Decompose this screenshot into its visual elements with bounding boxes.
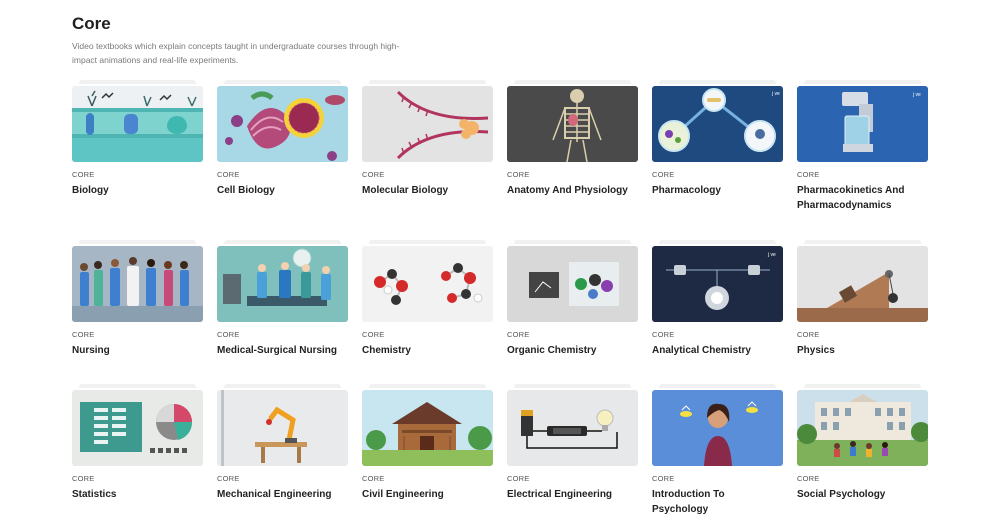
course-card-civil-engineering[interactable]: CORE Civil Engineering	[362, 384, 493, 502]
course-title[interactable]: Pharmacology	[652, 183, 783, 198]
course-title[interactable]: Statistics	[72, 487, 203, 502]
analytical-chemistry-thumbnail[interactable]: j ve	[652, 246, 783, 322]
course-tag: CORE	[362, 330, 385, 339]
course-title[interactable]: Social Psychology	[797, 487, 928, 502]
course-title[interactable]: Electrical Engineering	[507, 487, 638, 502]
course-tag: CORE	[652, 330, 675, 339]
course-title[interactable]: Molecular Biology	[362, 183, 493, 198]
course-title[interactable]: Analytical Chemistry	[652, 343, 783, 358]
course-tag: CORE	[72, 474, 95, 483]
course-card-cell-biology[interactable]: CORE Cell Biology	[217, 80, 348, 198]
course-tag: CORE	[507, 330, 530, 339]
course-tag: CORE	[652, 474, 675, 483]
page-description: Video textbooks which explain concepts t…	[72, 41, 400, 65]
course-card-statistics[interactable]: CORE Statistics	[72, 384, 203, 502]
statistics-thumbnail[interactable]	[72, 390, 203, 466]
course-card-social-psychology[interactable]: CORE Social Psychology	[797, 384, 928, 502]
course-card-chemistry[interactable]: CORE Chemistry	[362, 240, 493, 358]
social-psychology-thumbnail[interactable]	[797, 390, 928, 466]
jove-watermark: j ve	[912, 92, 921, 98]
organic-chemistry-thumbnail[interactable]	[507, 246, 638, 322]
course-title[interactable]: Mechanical Engineering	[217, 487, 348, 502]
course-tag: CORE	[652, 170, 675, 179]
anatomy-thumbnail[interactable]	[507, 86, 638, 162]
course-card-organic-chemistry[interactable]: CORE Organic Chemistry	[507, 240, 638, 358]
course-tag: CORE	[507, 474, 530, 483]
course-title[interactable]: Organic Chemistry	[507, 343, 638, 358]
course-card-electrical-engineering[interactable]: CORE Electrical Engineering	[507, 384, 638, 502]
nursing-thumbnail[interactable]	[72, 246, 203, 322]
course-title[interactable]: Cell Biology	[217, 183, 348, 198]
molecular-biology-thumbnail[interactable]	[362, 86, 493, 162]
course-tag: CORE	[217, 474, 240, 483]
course-tag: CORE	[72, 330, 95, 339]
course-title[interactable]: Civil Engineering	[362, 487, 493, 502]
course-tag: CORE	[217, 170, 240, 179]
course-card-introduction-to-psychology[interactable]: CORE Introduction To Psychology	[652, 384, 783, 517]
course-tag: CORE	[507, 170, 530, 179]
medical-surgical-thumbnail[interactable]	[217, 246, 348, 322]
course-title[interactable]: Physics	[797, 343, 928, 358]
course-card-anatomy-and-physiology[interactable]: CORE Anatomy And Physiology	[507, 80, 638, 198]
course-tag: CORE	[362, 474, 385, 483]
psychology-thumbnail[interactable]	[652, 390, 783, 466]
page-title: Core	[72, 14, 111, 33]
cell-biology-thumbnail[interactable]	[217, 86, 348, 162]
course-title[interactable]: Chemistry	[362, 343, 493, 358]
course-tag: CORE	[797, 474, 820, 483]
physics-thumbnail[interactable]	[797, 246, 928, 322]
electrical-engineering-thumbnail[interactable]	[507, 390, 638, 466]
course-tag: CORE	[72, 170, 95, 179]
course-tag: CORE	[797, 170, 820, 179]
course-title[interactable]: Nursing	[72, 343, 203, 358]
mechanical-engineering-thumbnail[interactable]	[217, 390, 348, 466]
course-card-mechanical-engineering[interactable]: CORE Mechanical Engineering	[217, 384, 348, 502]
course-title[interactable]: Introduction To Psychology	[652, 487, 783, 517]
course-card-analytical-chemistry[interactable]: j ve CORE Analytical Chemistry	[652, 240, 783, 358]
course-title[interactable]: Medical-Surgical Nursing	[217, 343, 348, 358]
course-card-medical-surgical-nursing[interactable]: CORE Medical-Surgical Nursing	[217, 240, 348, 358]
course-card-pharmacokinetics[interactable]: j ve CORE Pharmacokinetics And Pharmacod…	[797, 80, 928, 213]
pharmacokinetics-thumbnail[interactable]: j ve	[797, 86, 928, 162]
course-tag: CORE	[797, 330, 820, 339]
course-tag: CORE	[362, 170, 385, 179]
course-title[interactable]: Pharmacokinetics And Pharmacodynamics	[797, 183, 928, 213]
course-title[interactable]: Anatomy And Physiology	[507, 183, 638, 198]
course-card-pharmacology[interactable]: j ve CORE Pharmacology	[652, 80, 783, 198]
course-card-physics[interactable]: CORE Physics	[797, 240, 928, 358]
jove-watermark: j ve	[771, 91, 780, 97]
course-card-nursing[interactable]: CORE Nursing	[72, 240, 203, 358]
course-card-biology[interactable]: CORE Biology	[72, 80, 203, 198]
civil-engineering-thumbnail[interactable]	[362, 390, 493, 466]
course-card-molecular-biology[interactable]: CORE Molecular Biology	[362, 80, 493, 198]
course-title[interactable]: Biology	[72, 183, 203, 198]
course-tag: CORE	[217, 330, 240, 339]
chemistry-thumbnail[interactable]	[362, 246, 493, 322]
jove-watermark: j ve	[767, 252, 776, 258]
pharmacology-thumbnail[interactable]: j ve	[652, 86, 783, 162]
biology-thumbnail[interactable]	[72, 86, 203, 162]
